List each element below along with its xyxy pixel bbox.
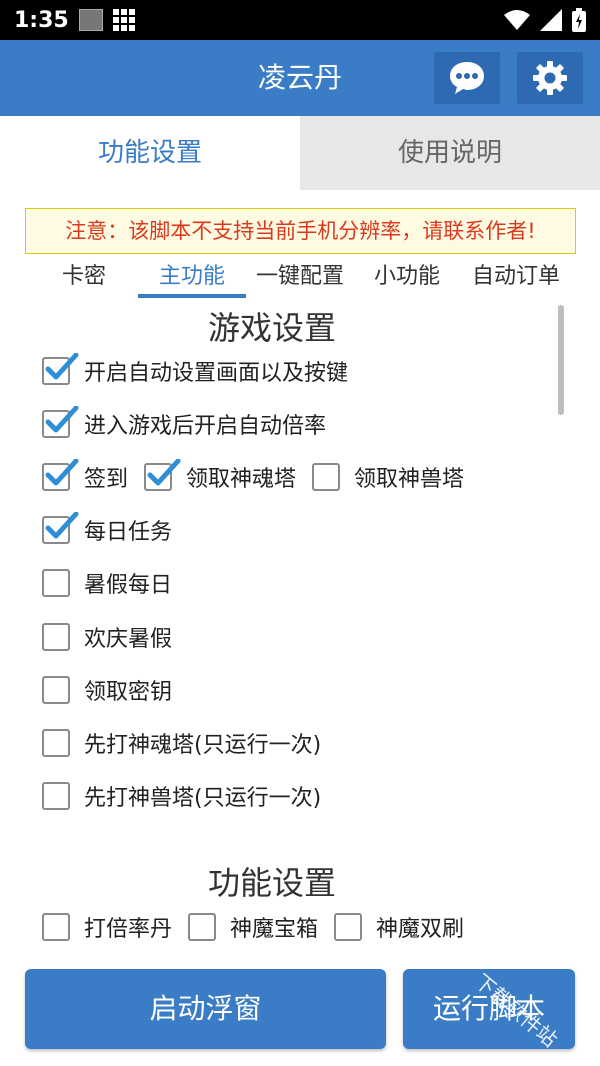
checkmark-icon (147, 459, 181, 486)
option-label: 签到 (84, 467, 129, 492)
settings-button[interactable] (517, 52, 583, 104)
checkbox-beast-tower[interactable] (312, 463, 341, 491)
option-summer-daily[interactable]: 暑假每日 (42, 567, 172, 599)
option-label: 领取神魂塔 (186, 467, 297, 492)
option-label: 领取神兽塔 (354, 467, 465, 492)
checkbox-soul-tower[interactable] (144, 459, 181, 491)
resolution-warning: 注意：该脚本不支持当前手机分辨率，请联系作者! (25, 208, 576, 254)
option-daily-tasks[interactable]: 每日任务 (42, 512, 173, 546)
option-label: 神魔双刷 (376, 917, 465, 942)
option-label: 暑假每日 (84, 573, 173, 598)
subtab-main-function[interactable]: 主功能 (148, 258, 236, 298)
option-label: 进入游戏后开启自动倍率 (84, 414, 327, 439)
option-label: 开启自动设置画面以及按键 (84, 361, 349, 386)
checkbox[interactable] (42, 623, 70, 651)
checkbox[interactable] (42, 569, 70, 597)
option-celebrate-summer[interactable]: 欢庆暑假 (42, 621, 172, 653)
checkbox[interactable] (42, 353, 79, 385)
message-button[interactable] (434, 52, 500, 104)
signal-icon (540, 9, 562, 31)
option-auto-display-keys[interactable]: 开启自动设置画面以及按键 (42, 353, 349, 387)
chat-bubble-icon (450, 62, 484, 94)
start-float-window-button[interactable]: 启动浮窗 (25, 969, 386, 1049)
checkbox-signin[interactable] (42, 459, 79, 491)
subtab-auto-order[interactable]: 自动订单 (466, 258, 566, 298)
sub-tabs: 卡密 主功能 一键配置 小功能 自动订单 (0, 258, 600, 298)
checkmark-icon (45, 512, 79, 539)
option-row-signin: 签到 领取神魂塔 领取神兽塔 (42, 459, 465, 493)
option-label: 打倍率丹 (84, 917, 173, 942)
option-label: 欢庆暑假 (84, 627, 173, 652)
option-label: 领取密钥 (84, 680, 173, 705)
subtab-one-click-config[interactable]: 一键配置 (252, 258, 348, 298)
scrollbar[interactable] (558, 305, 564, 415)
subtab-small-functions[interactable]: 小功能 (368, 258, 446, 298)
tab-function-settings[interactable]: 功能设置 (0, 116, 300, 190)
checkmark-icon (45, 406, 79, 433)
app-bar: 凌云丹 (0, 40, 600, 116)
checkbox[interactable] (42, 782, 70, 810)
notification-image-icon (78, 9, 103, 31)
checkbox[interactable] (42, 406, 79, 438)
checkbox[interactable] (42, 512, 79, 544)
option-label: 先打神兽塔(只运行一次) (84, 786, 322, 811)
checkbox-demon-double[interactable] (334, 913, 363, 941)
active-tab-indicator (138, 294, 246, 298)
checkmark-icon (45, 353, 79, 380)
option-soul-tower-first[interactable]: 先打神魂塔(只运行一次) (42, 727, 321, 759)
checkbox-demon-chest[interactable] (188, 913, 217, 941)
game-settings-title: 游戏设置 (207, 309, 336, 347)
top-tabs: 功能设置 使用说明 (0, 116, 600, 190)
wifi-icon (504, 10, 530, 30)
option-auto-multiplier[interactable]: 进入游戏后开启自动倍率 (42, 406, 327, 440)
option-label: 先打神魂塔(只运行一次) (84, 733, 322, 758)
option-row-functions: 打倍率丹 神魔宝箱 神魔双刷 (42, 911, 464, 943)
option-label: 每日任务 (84, 520, 173, 545)
function-settings-title: 功能设置 (207, 864, 336, 902)
checkbox[interactable] (42, 729, 70, 757)
checkmark-icon (45, 459, 79, 486)
checkbox-multiplier-pill[interactable] (42, 913, 70, 941)
option-beast-tower-first[interactable]: 先打神兽塔(只运行一次) (42, 780, 321, 812)
status-time: 1:35 (14, 7, 69, 33)
run-script-button[interactable]: 运行脚本 (403, 969, 575, 1049)
battery-icon (572, 8, 586, 32)
status-bar: 1:35 (0, 0, 600, 40)
app-title: 凌云丹 (257, 61, 342, 94)
checkbox[interactable] (42, 676, 70, 704)
apps-grid-icon (112, 9, 135, 31)
option-label: 神魔宝箱 (230, 917, 319, 942)
gear-icon (533, 61, 567, 95)
subtab-card-key[interactable]: 卡密 (52, 258, 116, 298)
tab-instructions[interactable]: 使用说明 (300, 116, 600, 190)
option-claim-key[interactable]: 领取密钥 (42, 674, 172, 706)
